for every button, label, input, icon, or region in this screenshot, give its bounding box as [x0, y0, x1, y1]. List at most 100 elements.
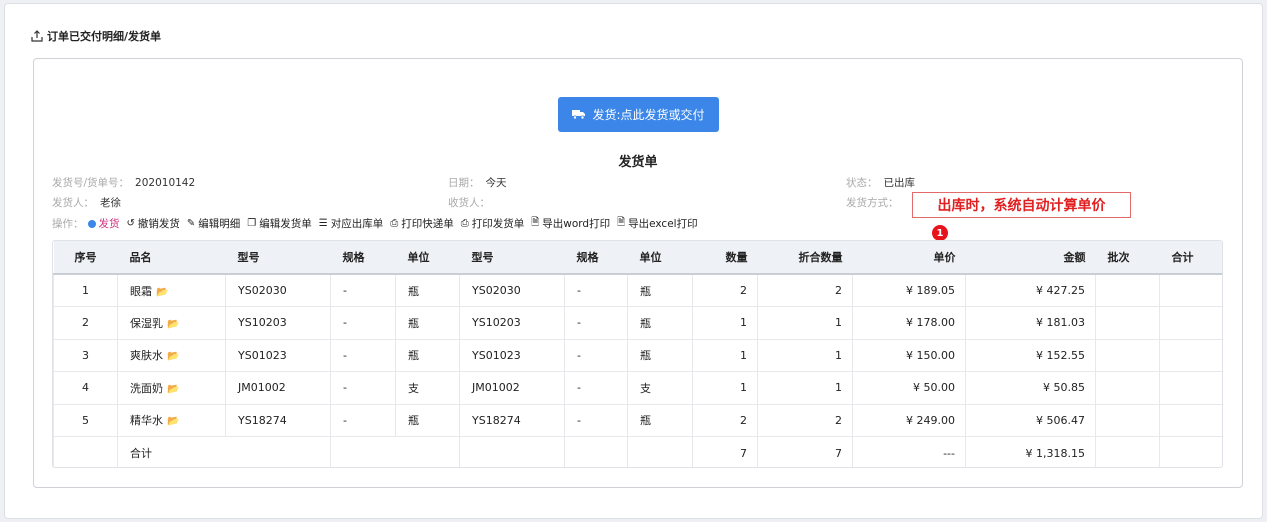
cell-unit-price: ¥ 50.00	[852, 371, 966, 405]
total-unit-price: ---	[852, 436, 966, 467]
annotation-badge: 1	[932, 225, 948, 241]
cell-amount: ¥ 181.03	[965, 306, 1096, 340]
table-row: 4 洗面奶 📂 JM01002 - 支 JM01002 - 支 1 1 ¥ 50.…	[53, 371, 1222, 405]
op-edit-detail[interactable]: ✎ 编辑明细	[187, 216, 240, 231]
th-batch: 批次	[1095, 241, 1160, 275]
cell-unit: 瓶	[395, 306, 460, 340]
operations-label: 操作：	[52, 218, 84, 230]
op-edit-detail-label: 编辑明细	[198, 218, 241, 230]
cell-product[interactable]: 保湿乳 📂	[117, 306, 226, 340]
op-outbound-order[interactable]: ☰ 对应出库单	[319, 216, 383, 231]
cell-qty: 1	[692, 338, 758, 372]
status-field: 状态： 已出库	[846, 175, 915, 190]
table-total-row: 合计 7 7 --- ¥ 1,318.15	[53, 436, 1222, 467]
ship-button-label: 发货:点此发货或交付	[592, 108, 705, 122]
op-ship-label: 发货	[98, 218, 120, 230]
table-row: 3 爽肤水 📂 YS01023 - 瓶 YS01023 - 瓶 1 1 ¥ 150…	[53, 338, 1222, 372]
undo-icon: ↺	[126, 218, 135, 229]
cell-unit: 瓶	[395, 273, 460, 307]
status-value: 已出库	[883, 177, 916, 189]
receiver-label: 收货人：	[448, 197, 490, 209]
table-header-row: 序号 品名 型号 规格 单位 型号 规格 单位 数量 折合数量 单价 金额 批次…	[53, 241, 1222, 275]
operations-bar: 操作： 发货 ↺ 撤销发货 ✎ 编辑明细 ❐ 编辑发货单 ☰ 对应出库单 ⎙ 打印快递单 …	[52, 215, 705, 232]
total-empty	[627, 436, 693, 467]
cell-index: 3	[53, 338, 118, 372]
cell-unit-price: ¥ 178.00	[852, 306, 966, 340]
th-model: 型号	[225, 241, 331, 275]
table-row: 2 保湿乳 📂 YS10203 - 瓶 YS10203 - 瓶 1 1 ¥ 178…	[53, 306, 1222, 340]
annotation-callout: 出库时，系统自动计算单价	[912, 192, 1131, 218]
op-print-delivery-label: 打印发货单	[471, 218, 525, 230]
cell-unit-2: 瓶	[627, 338, 693, 372]
cell-spec: -	[330, 403, 396, 437]
cell-conv-qty: 2	[757, 273, 853, 307]
total-empty	[564, 436, 628, 467]
cell-batch	[1095, 371, 1160, 405]
shipper-field: 发货人： 老徐	[52, 195, 121, 210]
word-file-icon: 🗎	[531, 217, 540, 228]
cell-unit-price: ¥ 150.00	[852, 338, 966, 372]
th-unit: 单位	[395, 241, 460, 275]
cell-unit: 瓶	[395, 403, 460, 437]
cell-model: YS10203	[225, 306, 331, 340]
total-label: 合计	[117, 436, 331, 467]
page-frame: 订单已交付明细/发货单 发货:点此发货或交付 发货单 发货号/货单号： 20201…	[4, 3, 1263, 519]
th-model-2: 型号	[459, 241, 565, 275]
op-undo-ship[interactable]: ↺ 撤销发货	[127, 216, 180, 231]
op-outbound-order-label: 对应出库单	[330, 218, 384, 230]
op-undo-ship-label: 撤销发货	[137, 218, 180, 230]
cell-product-name: 保湿乳	[130, 316, 163, 330]
op-edit-delivery-label: 编辑发货单	[259, 218, 312, 230]
page-title: 订单已交付明细/发货单	[31, 28, 161, 44]
folder-open-icon[interactable]: 📂	[167, 319, 179, 330]
cell-model-2: YS01023	[459, 338, 565, 372]
order-no-label: 发货号/货单号：	[52, 177, 130, 189]
cell-product[interactable]: 精华水 📂	[117, 403, 226, 437]
cell-index: 4	[53, 371, 118, 405]
total-qty: 7	[692, 436, 758, 467]
cell-index	[53, 436, 118, 467]
table-row: 1 眼霜 📂 YS02030 - 瓶 YS02030 - 瓶 2 2 ¥ 189.…	[53, 273, 1222, 307]
cell-product[interactable]: 洗面奶 📂	[117, 371, 226, 405]
cell-model: YS02030	[225, 273, 331, 307]
method-label: 发货方式：	[846, 197, 899, 209]
cell-model-2: YS18274	[459, 403, 565, 437]
cell-batch	[1095, 338, 1160, 372]
folder-open-icon[interactable]: 📂	[167, 351, 179, 362]
cell-conv-qty: 1	[757, 338, 853, 372]
op-print-delivery[interactable]: ⎙ 打印发货单	[461, 216, 525, 231]
folder-open-icon[interactable]: 📂	[167, 384, 179, 395]
cell-qty: 1	[692, 371, 758, 405]
op-export-excel[interactable]: 🗎 导出excel打印	[617, 215, 698, 232]
th-conv-qty: 折合数量	[757, 241, 853, 275]
cell-product[interactable]: 爽肤水 📂	[117, 338, 226, 372]
ship-button[interactable]: 发货:点此发货或交付	[558, 97, 719, 132]
op-edit-delivery[interactable]: ❐ 编辑发货单	[247, 216, 311, 231]
cell-product[interactable]: 眼霜 📂	[117, 273, 226, 307]
cell-unit-2: 瓶	[627, 306, 693, 340]
op-ship[interactable]: 发货	[87, 216, 120, 231]
cell-unit-2: 支	[627, 371, 693, 405]
op-print-express[interactable]: ⎙ 打印快递单	[390, 216, 454, 231]
folder-open-icon[interactable]: 📂	[167, 416, 179, 427]
cell-qty: 2	[692, 273, 758, 307]
date-field: 日期： 今天	[448, 175, 507, 190]
date-value: 今天	[485, 177, 507, 189]
op-export-word-label: 导出word打印	[542, 218, 611, 230]
th-amount: 金额	[965, 241, 1096, 275]
cell-model-2: YS02030	[459, 273, 565, 307]
th-spec-2: 规格	[564, 241, 628, 275]
cell-qty: 2	[692, 403, 758, 437]
cell-model: YS18274	[225, 403, 331, 437]
cell-spec-2: -	[564, 306, 628, 340]
folder-open-icon[interactable]: 📂	[156, 287, 168, 298]
cell-total	[1159, 338, 1222, 372]
cell-spec: -	[330, 273, 396, 307]
cell-unit-2: 瓶	[627, 273, 693, 307]
cell-product-name: 爽肤水	[130, 349, 163, 363]
op-export-excel-label: 导出excel打印	[628, 218, 698, 230]
cell-total	[1159, 273, 1222, 307]
th-index: 序号	[53, 241, 118, 275]
th-spec: 规格	[330, 241, 396, 275]
op-export-word[interactable]: 🗎 导出word打印	[531, 215, 610, 232]
